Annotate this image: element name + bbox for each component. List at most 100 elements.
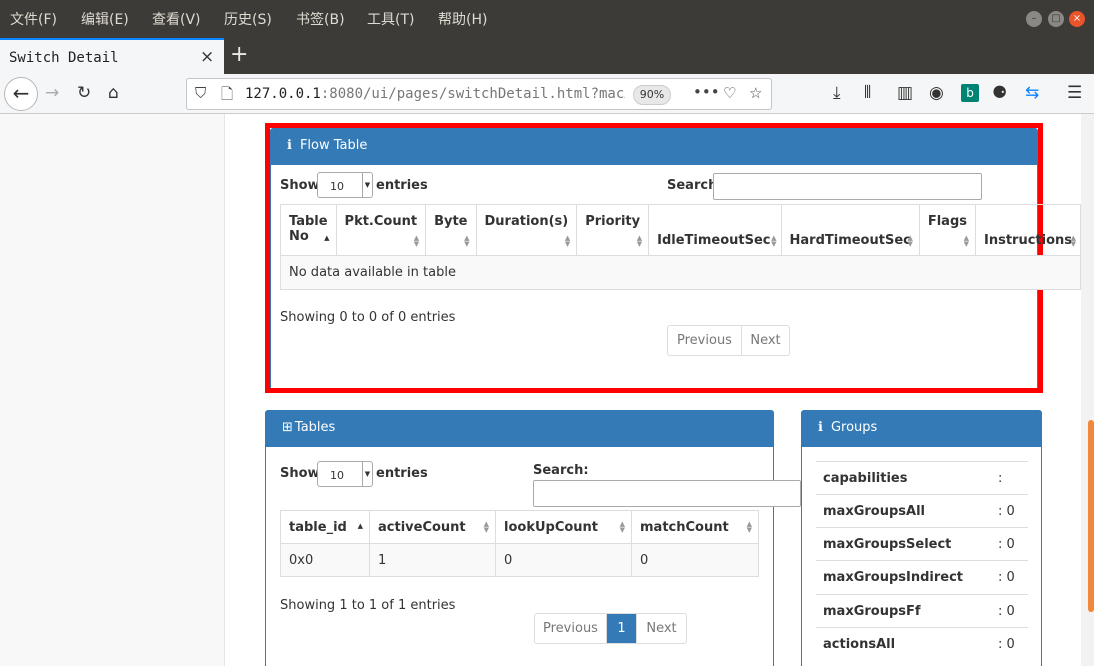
url-bar[interactable]: ⛉ 🗋 127.0.0.1:8080/ui/pages/switchDetail… [186, 78, 772, 110]
pocket-icon[interactable]: ♡ [723, 84, 736, 102]
sort-icon: ▲ ▼ [771, 234, 777, 248]
info-icon: ℹ [818, 420, 823, 435]
tab-bar: Switch Detail × + [0, 38, 1094, 74]
flow-empty-cell: No data available in table [279, 255, 1082, 290]
flow-entries-label: entries [376, 178, 428, 193]
col-match-count[interactable]: matchCount ▲ ▼ [631, 510, 759, 544]
group-key: maxGroupsFf [823, 604, 921, 619]
home-icon[interactable]: ⌂ [108, 82, 119, 104]
forward-icon[interactable]: → [45, 82, 59, 104]
maximize-icon[interactable]: □ [1048, 11, 1064, 27]
table-grid-icon: ⊞ [282, 420, 293, 435]
bing-extension-icon[interactable]: b [961, 84, 979, 102]
back-icon[interactable]: ← [4, 77, 38, 111]
flow-page-size-select[interactable]: 10 ▼ [317, 172, 373, 198]
tables-info-text: Showing 1 to 1 of 1 entries [280, 598, 456, 613]
tab-switch-detail[interactable]: Switch Detail × [0, 38, 224, 74]
sort-asc-icon: ▲ [324, 234, 330, 242]
group-value: : 0 [998, 604, 1015, 619]
flow-search-input[interactable] [713, 173, 982, 200]
library-icon[interactable]: ⫴ [864, 82, 871, 104]
cell-table-id: 0x0 [280, 543, 370, 577]
group-key: actionsAll [823, 637, 896, 652]
menu-help[interactable]: 帮助(H) [438, 9, 487, 29]
col-priority-label: Priority [585, 214, 641, 229]
col-match-count-label: matchCount [640, 519, 729, 535]
tracking-shield-icon[interactable]: ⛉ [195, 84, 206, 102]
menu-view[interactable]: 查看(V) [152, 9, 201, 29]
flow-pagination: Previous Next [667, 325, 790, 356]
tab-close-icon[interactable]: × [200, 47, 214, 67]
col-table-no-line2: No [289, 229, 309, 244]
flow-next-button[interactable]: Next [742, 326, 789, 355]
col-table-id[interactable]: table_id ▲ [280, 510, 370, 544]
col-byte[interactable]: Byte ▲ ▼ [425, 204, 477, 256]
dropdown-arrow-icon: ▼ [362, 173, 372, 197]
col-flags-label: Flags [927, 214, 967, 229]
flow-prev-button[interactable]: Previous [668, 326, 742, 355]
col-flags[interactable]: Flags ▲ ▼ [918, 204, 977, 256]
bookmark-star-icon[interactable]: ☆ [749, 84, 762, 102]
dropdown-arrow-icon: ▼ [362, 462, 372, 486]
group-key: maxGroupsAll [823, 504, 925, 519]
col-idle-timeout[interactable]: IdleTimeoutSec ▲ ▼ [648, 204, 782, 256]
menu-hamburger-icon[interactable]: ☰ [1067, 82, 1082, 104]
url-text[interactable]: 127.0.0.1:8080/ui/pages/switchDetail.htm… [245, 86, 625, 102]
group-row-max-groups-all: maxGroupsAll : 0 [816, 494, 1028, 527]
flow-empty-row: No data available in table [279, 255, 1082, 290]
browser-menubar: 文件(F) 编辑(E) 查看(V) 历史(S) 书签(B) 工具(T) 帮助(H… [0, 0, 1094, 38]
extension-icon[interactable]: ⚈ [992, 82, 1007, 104]
sort-icon: ▲ ▼ [619, 520, 625, 534]
group-row-capabilities: capabilities : [816, 461, 1028, 494]
group-row-max-groups-ff: maxGroupsFf : 0 [816, 594, 1028, 627]
sidebar-toggle-icon[interactable]: ▥ [897, 82, 913, 104]
sort-icon: ▲ ▼ [963, 234, 969, 248]
tables-page-1-button[interactable]: 1 [607, 614, 637, 643]
account-icon[interactable]: ◉ [929, 82, 944, 104]
page-actions-icon[interactable]: ••• [693, 83, 720, 101]
menu-bookmarks[interactable]: 书签(B) [296, 9, 345, 29]
col-duration-label: Duration(s) [484, 214, 569, 229]
tables-prev-button[interactable]: Previous [535, 614, 607, 643]
reload-icon[interactable]: ↻ [77, 82, 91, 104]
sync-extension-icon[interactable]: ⇆ [1025, 82, 1039, 104]
tables-page-size-select[interactable]: 10 ▼ [317, 461, 373, 487]
sort-icon: ▲ ▼ [413, 234, 420, 248]
tables-search-input[interactable] [533, 480, 801, 507]
tables-page-size-value: 10 [330, 469, 344, 482]
flow-table: Table No ▲ Pkt.Count ▲ ▼ Byte ▲ ▼ Duration(s) ▲… [279, 204, 1082, 290]
col-table-no[interactable]: Table No ▲ [280, 204, 337, 256]
tables-title: Tables [294, 420, 336, 435]
col-active-count[interactable]: activeCount ▲ ▼ [369, 510, 496, 544]
menu-history[interactable]: 历史(S) [224, 9, 272, 29]
col-instructions[interactable]: Instructions ▲ ▼ [974, 204, 1082, 256]
tables-search-label: Search: [533, 463, 589, 478]
new-tab-icon[interactable]: + [230, 42, 248, 67]
col-priority[interactable]: Priority ▲ ▼ [576, 204, 650, 256]
tables-header-row: table_id ▲ activeCount ▲ ▼ lookUpCount ▲ ▼ ma… [280, 510, 759, 544]
tables-pagination: Previous 1 Next [534, 613, 687, 644]
navigation-bar: ← → ↻ ⌂ ⛉ 🗋 127.0.0.1:8080/ui/pages/swit… [0, 74, 1094, 114]
page-info-icon[interactable]: 🗋 [221, 84, 233, 109]
menu-file[interactable]: 文件(F) [10, 9, 57, 29]
col-idle-timeout-label: IdleTimeoutSec [657, 233, 771, 248]
group-key: capabilities [823, 471, 908, 486]
sort-asc-icon: ▲ [357, 522, 363, 530]
minimize-icon[interactable]: – [1026, 11, 1042, 27]
tables-next-button[interactable]: Next [637, 614, 686, 643]
url-path: :8080/ui/pages/switchDetail.html?macAddr [320, 86, 625, 102]
group-value: : 0 [998, 537, 1015, 552]
zoom-level-badge[interactable]: 90% [633, 85, 671, 105]
groups-title: Groups [830, 420, 878, 435]
cell-lookup-count: 0 [495, 543, 632, 577]
close-window-icon[interactable]: × [1069, 11, 1085, 27]
downloads-icon[interactable]: ⤓ [833, 82, 841, 104]
menu-tools[interactable]: 工具(T) [367, 9, 414, 29]
sort-icon: ▲ ▼ [564, 234, 571, 248]
col-lookup-count[interactable]: lookUpCount ▲ ▼ [495, 510, 632, 544]
scrollbar-thumb[interactable] [1088, 420, 1094, 612]
col-duration[interactable]: Duration(s) ▲ ▼ [475, 204, 578, 256]
menu-edit[interactable]: 编辑(E) [81, 9, 129, 29]
col-hard-timeout[interactable]: HardTimeoutSec ▲ ▼ [780, 204, 920, 256]
col-pkt-count[interactable]: Pkt.Count ▲ ▼ [335, 204, 427, 256]
